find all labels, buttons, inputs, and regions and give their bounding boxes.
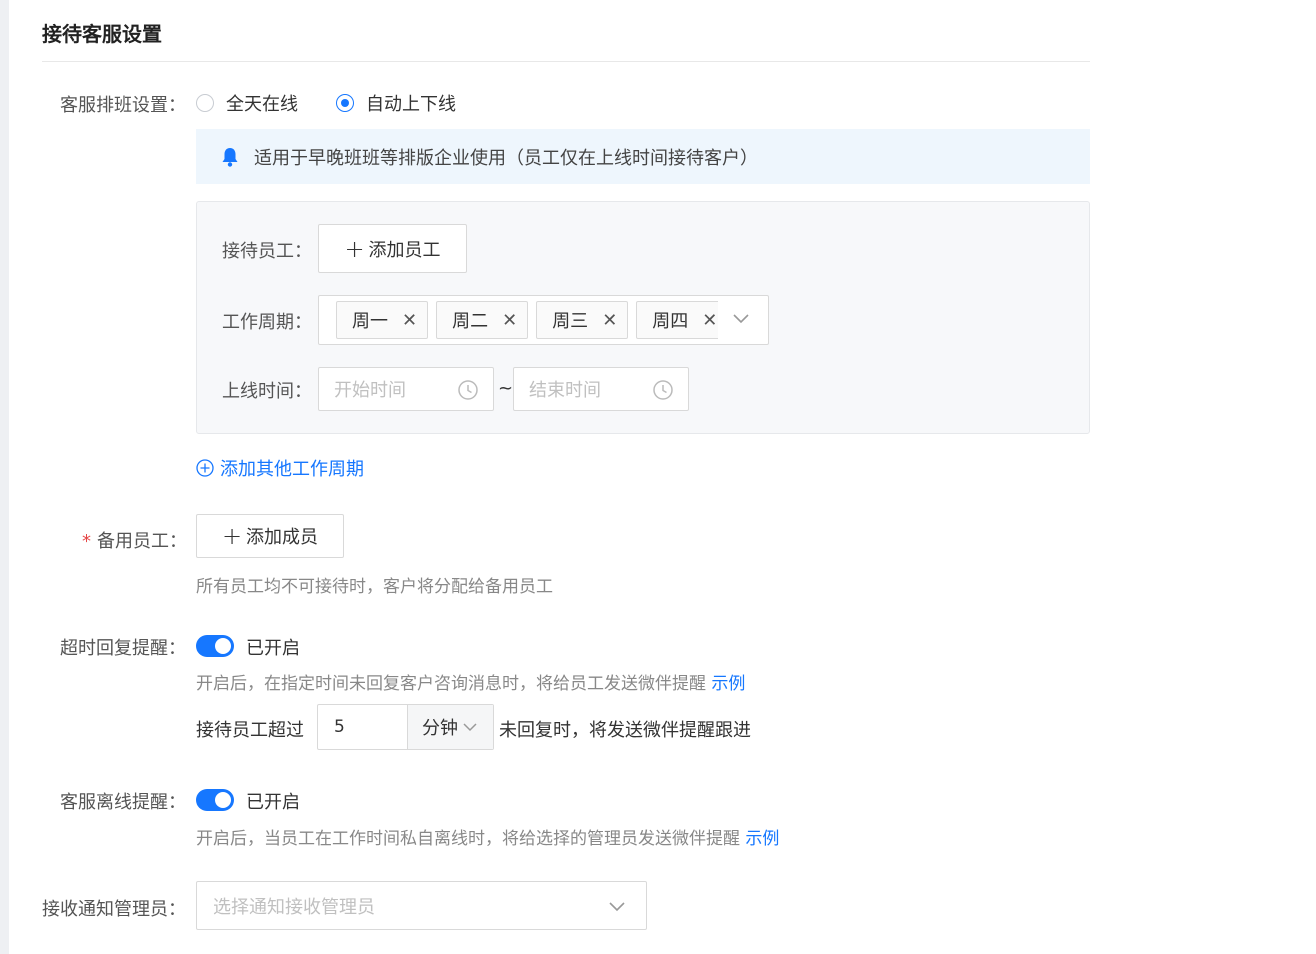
period-tag-label: 周二 xyxy=(452,311,489,332)
period-tag: 周二 ✕ xyxy=(436,301,529,339)
left-edge-strip xyxy=(0,0,9,954)
close-icon[interactable]: ✕ xyxy=(702,310,717,331)
online-time-label: 上线时间： xyxy=(222,381,312,402)
notify-admin-select[interactable]: 选择通知接收管理员 xyxy=(196,881,647,930)
offline-hint-text: 开启后，当员工在工作时间私自离线时，将给选择的管理员发送微伴提醒 xyxy=(196,829,740,849)
backup-label-text: 备用员工： xyxy=(97,531,187,552)
range-separator: ~ xyxy=(498,378,514,399)
add-staff-button[interactable]: + 添加员工 xyxy=(318,224,467,273)
close-icon[interactable]: ✕ xyxy=(402,310,417,331)
period-tag-label: 周一 xyxy=(352,311,388,332)
chevron-down-icon xyxy=(609,902,625,912)
staff-label: 接待员工： xyxy=(222,241,312,262)
timeout-hint: 开启后，在指定时间未回复客户咨询消息时，将给员工发送微伴提醒 示例 xyxy=(196,669,745,694)
timeout-toggle[interactable] xyxy=(196,635,234,657)
schedule-notice: 适用于早晚班班等排版企业使用（员工仅在上线时间接待客户） xyxy=(196,129,1090,184)
close-icon[interactable]: ✕ xyxy=(502,310,517,331)
timeout-minutes-input[interactable]: 5 xyxy=(318,705,408,749)
close-icon[interactable]: ✕ xyxy=(602,310,617,331)
radio-all-day-circle[interactable] xyxy=(196,94,214,112)
plus-circle-icon xyxy=(196,459,214,477)
timeout-hint-text: 开启后，在指定时间未回复客户咨询消息时，将给员工发送微伴提醒 xyxy=(196,674,706,694)
plus-icon: + xyxy=(221,522,243,550)
offline-label: 客服离线提醒： xyxy=(60,792,186,813)
period-tag-label: 周三 xyxy=(552,311,589,332)
chevron-down-icon xyxy=(463,723,477,732)
start-time-input[interactable]: 开始时间 xyxy=(318,367,494,411)
offline-status: 已开启 xyxy=(246,792,300,813)
backup-label: * 备用员工： xyxy=(82,527,187,553)
timeout-value-group: 5 分钟 xyxy=(317,704,494,750)
notify-admin-placeholder: 选择通知接收管理员 xyxy=(213,896,375,918)
clock-icon xyxy=(458,380,478,400)
radio-auto-online-label: 自动上下线 xyxy=(366,94,456,115)
period-tag: 周三 ✕ xyxy=(536,301,629,339)
offline-hint: 开启后，当员工在工作时间私自离线时，将给选择的管理员发送微伴提醒 示例 xyxy=(196,824,779,849)
period-tag: 周四 ✕ xyxy=(636,301,718,339)
start-time-placeholder: 开始时间 xyxy=(334,380,406,401)
radio-all-day[interactable]: 全天在线 xyxy=(196,90,298,116)
period-select[interactable]: 周一 ✕ 周二 ✕ 周三 ✕ 周四 ✕ xyxy=(318,295,769,345)
plus-icon: + xyxy=(344,234,365,263)
add-period-label: 添加其他工作周期 xyxy=(220,459,364,480)
timeout-prefix: 接待员工超过 xyxy=(196,720,304,741)
add-member-label: 添加成员 xyxy=(246,527,319,548)
timeout-label: 超时回复提醒： xyxy=(60,638,186,659)
offline-example-link[interactable]: 示例 xyxy=(745,829,779,849)
add-period-link[interactable]: 添加其他工作周期 xyxy=(196,455,364,481)
period-tag-label: 周四 xyxy=(652,311,689,332)
timeout-unit-label: 分钟 xyxy=(422,718,458,739)
timeout-suffix: 未回复时，将发送微伴提醒跟进 xyxy=(499,720,751,741)
offline-toggle[interactable] xyxy=(196,789,234,811)
period-tag: 周一 ✕ xyxy=(336,301,429,339)
end-time-placeholder: 结束时间 xyxy=(529,380,601,401)
title-divider xyxy=(42,61,1090,62)
radio-auto-online-circle[interactable] xyxy=(336,94,354,112)
notify-admin-label: 接收通知管理员： xyxy=(42,899,186,920)
schedule-label: 客服排班设置： xyxy=(60,95,186,116)
period-label: 工作周期： xyxy=(222,312,312,333)
backup-hint: 所有员工均不可接待时，客户将分配给备用员工 xyxy=(196,577,553,597)
radio-all-day-label: 全天在线 xyxy=(226,94,298,115)
radio-auto-online[interactable]: 自动上下线 xyxy=(336,90,456,116)
section-title: 接待客服设置 xyxy=(42,22,162,46)
chevron-down-icon[interactable] xyxy=(732,309,750,327)
bell-icon xyxy=(222,147,238,167)
add-member-button[interactable]: + 添加成员 xyxy=(196,514,344,558)
timeout-example-link[interactable]: 示例 xyxy=(711,674,745,694)
required-mark: * xyxy=(82,531,91,552)
period-tags: 周一 ✕ 周二 ✕ 周三 ✕ 周四 ✕ xyxy=(336,301,718,341)
clock-icon xyxy=(653,380,673,400)
notice-text: 适用于早晚班班等排版企业使用（员工仅在上线时间接待客户） xyxy=(254,147,758,169)
end-time-input[interactable]: 结束时间 xyxy=(513,367,689,411)
timeout-unit-select[interactable]: 分钟 xyxy=(408,705,493,749)
timeout-status: 已开启 xyxy=(246,638,300,659)
add-staff-label: 添加员工 xyxy=(368,239,441,261)
